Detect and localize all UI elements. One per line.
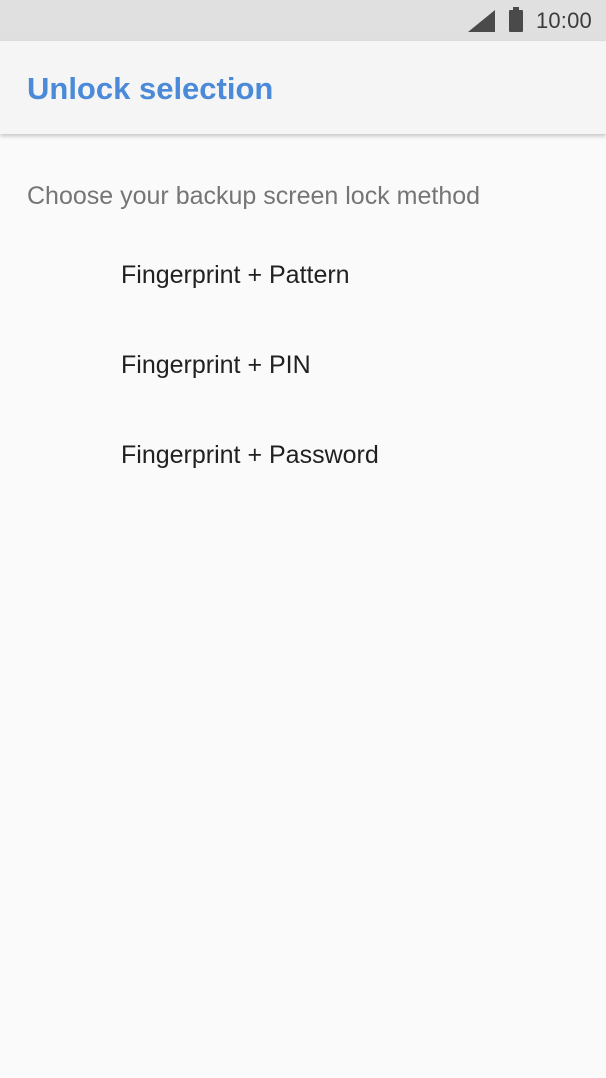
- option-fingerprint-pin[interactable]: Fingerprint + PIN: [0, 320, 606, 410]
- page-title: Unlock selection: [27, 71, 274, 106]
- battery-icon: [508, 6, 523, 32]
- option-label: Fingerprint + Pattern: [121, 260, 350, 289]
- app-bar: Unlock selection: [0, 41, 606, 134]
- status-icons: 10:00: [467, 0, 592, 41]
- backup-method-prompt: Choose your backup screen lock method: [27, 182, 481, 210]
- signal-icon: [467, 9, 495, 32]
- status-bar: 10:00: [0, 0, 606, 41]
- option-fingerprint-pattern[interactable]: Fingerprint + Pattern: [0, 230, 606, 320]
- option-label: Fingerprint + Password: [121, 440, 379, 469]
- option-fingerprint-password[interactable]: Fingerprint + Password: [0, 410, 606, 500]
- lock-method-list: Fingerprint + Pattern Fingerprint + PIN …: [0, 230, 606, 500]
- status-clock: 10:00: [535, 7, 592, 33]
- option-label: Fingerprint + PIN: [121, 350, 311, 379]
